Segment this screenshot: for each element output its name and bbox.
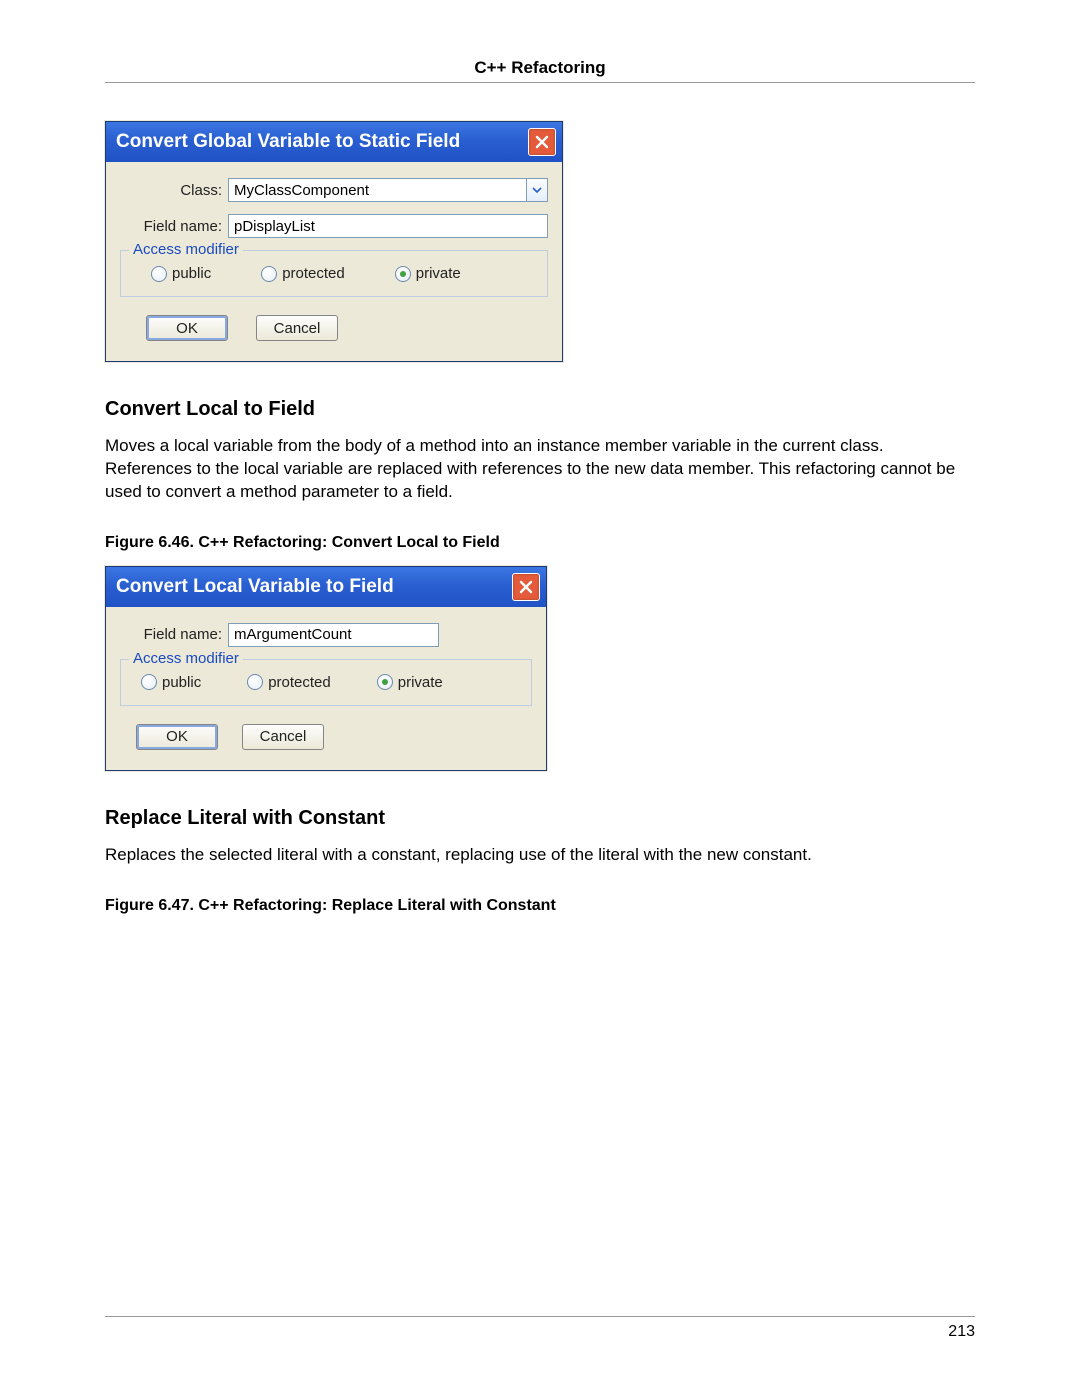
field-name-input[interactable] — [228, 623, 439, 647]
cancel-button[interactable]: Cancel — [242, 724, 324, 750]
field-name-label: Field name: — [120, 218, 228, 235]
section-heading-convert-local: Convert Local to Field — [105, 398, 975, 421]
radio-public[interactable]: public — [151, 265, 211, 282]
section-body: Moves a local variable from the body of … — [105, 435, 975, 504]
dialog-title: Convert Local Variable to Field — [116, 576, 394, 598]
access-modifier-group: Access modifier public protected private — [120, 659, 532, 706]
radio-label: public — [172, 265, 211, 282]
radio-protected[interactable]: protected — [261, 265, 345, 282]
class-label: Class: — [120, 182, 228, 199]
radio-icon — [141, 674, 157, 690]
field-name-label: Field name: — [120, 626, 228, 643]
fieldset-legend: Access modifier — [129, 241, 243, 258]
dialog-titlebar[interactable]: Convert Global Variable to Static Field — [106, 122, 562, 162]
radio-protected[interactable]: protected — [247, 674, 331, 691]
radio-label: protected — [268, 674, 331, 691]
radio-label: protected — [282, 265, 345, 282]
ok-button[interactable]: OK — [136, 724, 218, 750]
ok-button[interactable]: OK — [146, 315, 228, 341]
chevron-down-icon[interactable] — [526, 178, 548, 202]
page-number: 213 — [105, 1323, 975, 1341]
class-input[interactable] — [228, 178, 526, 202]
footer-rule — [105, 1316, 975, 1317]
radio-icon — [377, 674, 393, 690]
radio-label: public — [162, 674, 201, 691]
section-heading-replace-literal: Replace Literal with Constant — [105, 807, 975, 830]
figure-caption: Figure 6.46. C++ Refactoring: Convert Lo… — [105, 534, 975, 552]
radio-icon — [395, 266, 411, 282]
dialog-convert-global: Convert Global Variable to Static Field … — [105, 121, 563, 362]
access-modifier-group: Access modifier public protected private — [120, 250, 548, 297]
radio-private[interactable]: private — [395, 265, 461, 282]
radio-icon — [261, 266, 277, 282]
section-body: Replaces the selected literal with a con… — [105, 844, 975, 867]
close-icon[interactable] — [528, 128, 556, 156]
dialog-title: Convert Global Variable to Static Field — [116, 131, 460, 153]
dialog-titlebar[interactable]: Convert Local Variable to Field — [106, 567, 546, 607]
close-icon[interactable] — [512, 573, 540, 601]
dialog-convert-local: Convert Local Variable to Field Field na… — [105, 566, 547, 771]
field-name-input[interactable] — [228, 214, 548, 238]
radio-label: private — [398, 674, 443, 691]
figure-caption: Figure 6.47. C++ Refactoring: Replace Li… — [105, 897, 975, 915]
radio-icon — [151, 266, 167, 282]
radio-label: private — [416, 265, 461, 282]
class-combo[interactable] — [228, 178, 548, 202]
radio-public[interactable]: public — [141, 674, 201, 691]
running-header: C++ Refactoring — [105, 58, 975, 78]
radio-private[interactable]: private — [377, 674, 443, 691]
cancel-button[interactable]: Cancel — [256, 315, 338, 341]
radio-icon — [247, 674, 263, 690]
fieldset-legend: Access modifier — [129, 650, 243, 667]
